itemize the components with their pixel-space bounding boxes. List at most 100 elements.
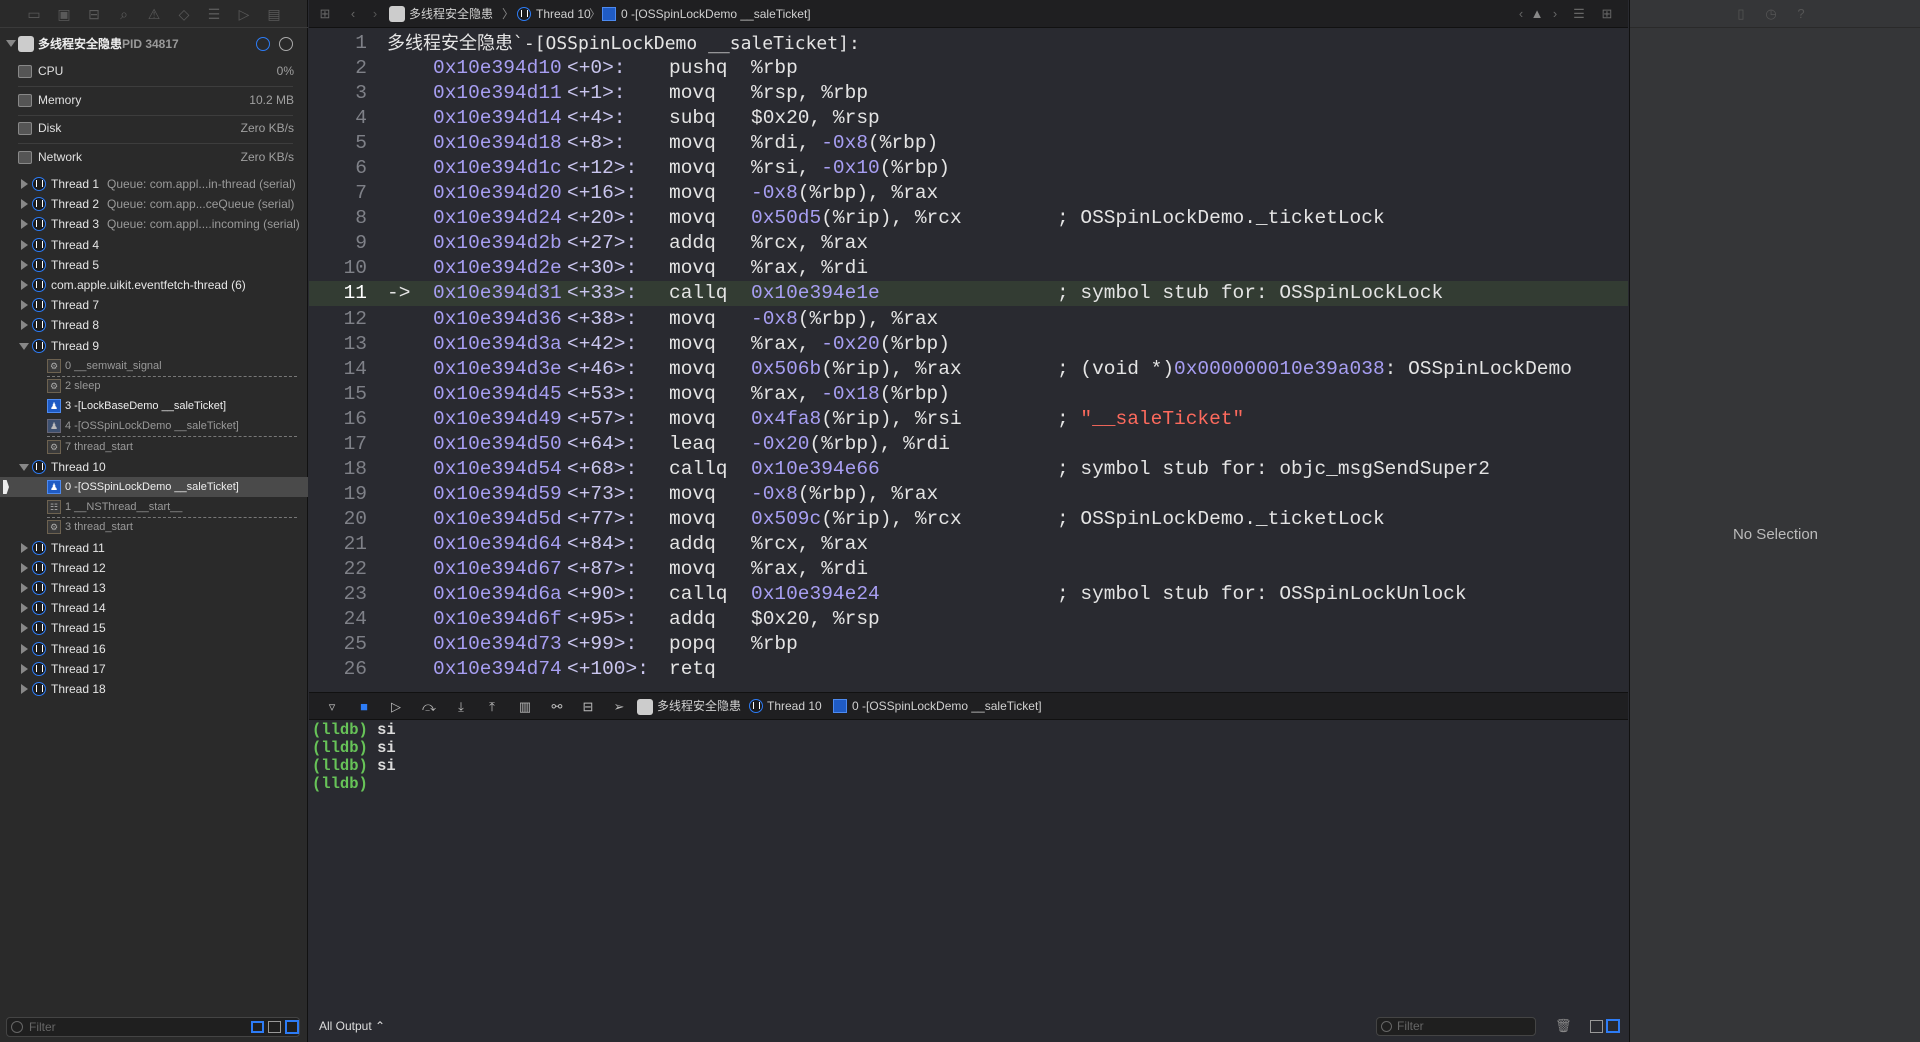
next-issue-icon[interactable]: ›	[1547, 6, 1563, 22]
gauge-network[interactable]: Network Zero KB/s	[0, 143, 308, 172]
test-icon[interactable]: ◇	[176, 6, 192, 22]
jumpbar-item-frame[interactable]: 0 -[OSSpinLockDemo __saleTicket]	[621, 0, 811, 28]
debug-gauge-icon[interactable]	[256, 37, 270, 51]
code-line[interactable]: 20 0x10e394d5d <+77>: movq 0x509c(%rip), %rc…	[309, 507, 1628, 532]
code-line[interactable]: 25 0x10e394d73 <+99>: popq %rbp	[309, 632, 1628, 657]
thread-row[interactable]: com.apple.uikit.eventfetch-thread (6)	[0, 275, 308, 295]
thread-row[interactable]: Thread 3 Queue: com.appl....incoming (ser…	[0, 214, 308, 234]
code-line[interactable]: 24 0x10e394d6f <+95>: addq $0x20, %rsp	[309, 607, 1628, 632]
file-inspector-icon[interactable]: ▯	[1733, 6, 1749, 22]
code-line[interactable]: 26 0x10e394d74 <+100>: retq	[309, 657, 1628, 682]
disclosure-triangle-icon[interactable]	[21, 280, 28, 290]
thread-row[interactable]: Thread 7	[0, 295, 308, 315]
disclosure-triangle-icon[interactable]	[21, 684, 28, 694]
jumpbar-item-app[interactable]: 多线程安全隐患	[409, 0, 493, 28]
output-selector[interactable]: All Output ⌃	[319, 1019, 385, 1033]
code-line[interactable]: 13 0x10e394d3a <+42>: movq %rax, -0x20(%rbp)	[309, 332, 1628, 357]
hide-debug-area-icon[interactable]: ▿	[324, 699, 340, 715]
debug-icon[interactable]: ☰	[206, 6, 222, 22]
thread-row[interactable]: Thread 4	[0, 235, 308, 255]
related-items-icon[interactable]: ⊞	[317, 6, 333, 22]
environment-overrides-icon[interactable]: ⊟	[580, 699, 596, 715]
debug-breadcrumb-frame[interactable]: 0 -[OSSpinLockDemo __saleTicket]	[852, 692, 1042, 720]
code-line[interactable]: 21 0x10e394d64 <+84>: addq %rcx, %rax	[309, 532, 1628, 557]
folder-icon[interactable]: ▭	[26, 6, 42, 22]
thread-row[interactable]: Thread 14	[0, 598, 308, 618]
show-console-icon[interactable]	[1606, 1019, 1620, 1033]
thread-row[interactable]: Thread 17	[0, 659, 308, 679]
code-line[interactable]: 6 0x10e394d1c <+12>: movq %rsi, -0x10(%rbp)	[309, 156, 1628, 181]
disclosure-triangle-icon[interactable]	[21, 603, 28, 614]
debug-breadcrumb-app[interactable]: 多线程安全隐患	[657, 692, 741, 720]
navigator-filter-input[interactable]: Filter	[6, 1017, 300, 1037]
thread-row[interactable]: Thread 10	[0, 457, 308, 477]
debug-breadcrumb-thread[interactable]: Thread 10	[767, 692, 822, 720]
stack-frame-row[interactable]: ⚙ 7 thread_start	[0, 437, 308, 457]
stack-frame-row[interactable]: ⚙ 3 thread_start	[0, 517, 308, 537]
disclosure-triangle-icon[interactable]	[21, 643, 28, 654]
console-filter-input[interactable]: Filter	[1376, 1017, 1536, 1036]
show-frames-icon[interactable]	[285, 1020, 299, 1034]
simulate-location-icon[interactable]: ➢	[611, 699, 627, 715]
code-line[interactable]: 5 0x10e394d18 <+8>: movq %rdi, -0x8(%rbp)	[309, 131, 1628, 156]
lldb-console[interactable]: (lldb) si (lldb) si (lldb) si (lldb)	[309, 721, 1628, 1011]
thread-row[interactable]: Thread 11	[0, 538, 308, 558]
editor-options-icon[interactable]: ☰	[1571, 6, 1587, 22]
breakpoint-icon[interactable]: ▷	[236, 6, 252, 22]
show-crashed-threads-icon[interactable]	[251, 1021, 264, 1033]
show-variables-view-icon[interactable]	[1590, 1020, 1603, 1033]
code-line[interactable]: 3 0x10e394d11 <+1>: movq %rsp, %rbp	[309, 81, 1628, 106]
code-line[interactable]: 11 -> 0x10e394d31 <+33>: callq 0x10e394e1e ; s…	[309, 281, 1628, 307]
disclosure-triangle-icon[interactable]	[21, 219, 28, 230]
code-line[interactable]: 19 0x10e394d59 <+73>: movq -0x8(%rbp), %rax	[309, 482, 1628, 507]
code-line[interactable]: 22 0x10e394d67 <+87>: movq %rax, %rdi	[309, 557, 1628, 582]
thread-row[interactable]: Thread 1 Queue: com.appl...in-thread (ser…	[0, 174, 308, 194]
disclosure-triangle-icon[interactable]	[21, 259, 28, 270]
stack-frame-row[interactable]: ♟ 0 -[OSSpinLockDemo __saleTicket]	[0, 477, 308, 497]
thread-row[interactable]: Thread 13	[0, 578, 308, 598]
trash-icon[interactable]: 🗑	[1555, 1018, 1572, 1034]
code-line[interactable]: 16 0x10e394d49 <+57>: movq 0x4fa8(%rip), %rs…	[309, 407, 1628, 432]
disclosure-triangle-icon[interactable]	[21, 583, 28, 593]
disclosure-triangle-icon[interactable]	[21, 562, 28, 573]
jumpbar-item-thread[interactable]: Thread 10	[536, 0, 591, 28]
step-over-icon[interactable]: ⤼	[421, 699, 437, 715]
code-line[interactable]: 9 0x10e394d2b <+27>: addq %rcx, %rax	[309, 231, 1628, 256]
stack-frame-row[interactable]: ♟ 3 -[LockBaseDemo __saleTicket]	[0, 396, 308, 416]
code-line[interactable]: 23 0x10e394d6a <+90>: callq 0x10e394e24 ; sym…	[309, 582, 1628, 607]
source-control-icon[interactable]: ▣	[56, 6, 72, 22]
pause-process-icon[interactable]	[279, 37, 293, 51]
code-line[interactable]: 17 0x10e394d50 <+64>: leaq -0x20(%rbp), %rdi	[309, 432, 1628, 457]
stack-frame-row[interactable]: ☷ 1 __NSThread__start__	[0, 497, 308, 517]
continue-icon[interactable]: ▷	[388, 699, 404, 715]
stack-frame-row[interactable]: ⚙ 2 sleep	[0, 376, 308, 396]
disclosure-triangle-icon[interactable]	[21, 663, 28, 674]
help-icon[interactable]: ?	[1793, 6, 1809, 22]
report-icon[interactable]: ▤	[266, 6, 282, 22]
view-hierarchy-icon[interactable]: ▥	[517, 699, 533, 715]
forward-icon[interactable]: ›	[367, 6, 383, 22]
disclosure-triangle-icon[interactable]	[21, 300, 28, 311]
thread-row[interactable]: Thread 15	[0, 618, 308, 638]
thread-row[interactable]: Thread 16	[0, 639, 308, 659]
gauge-disk[interactable]: Disk Zero KB/s	[0, 114, 308, 143]
gauge-cpu[interactable]: CPU 0%	[0, 57, 308, 86]
thread-row[interactable]: Thread 9	[0, 336, 308, 356]
process-row[interactable]: 多线程安全隐患 PID 34817	[0, 33, 308, 55]
disclosure-triangle-icon[interactable]	[21, 542, 28, 553]
stack-frame-row[interactable]: ♟ 4 -[OSSpinLockDemo __saleTicket]	[0, 416, 308, 436]
search-icon[interactable]: ⌕	[116, 6, 132, 22]
previous-issue-icon[interactable]: ‹	[1513, 6, 1529, 22]
code-line[interactable]: 14 0x10e394d3e <+46>: movq 0x506b(%rip), %ra…	[309, 357, 1628, 382]
hierarchy-icon[interactable]: ⊟	[86, 6, 102, 22]
thread-row[interactable]: Thread 12	[0, 558, 308, 578]
disclosure-triangle-icon[interactable]	[21, 179, 28, 189]
disclosure-triangle-icon[interactable]	[6, 40, 16, 47]
code-line[interactable]: 2 0x10e394d10 <+0>: pushq %rbp	[309, 56, 1628, 81]
step-into-icon[interactable]: ⤓	[453, 699, 469, 715]
stack-frame-row[interactable]: ⚙ 0 __semwait_signal	[0, 356, 308, 376]
thread-row[interactable]: Thread 5	[0, 255, 308, 275]
code-line[interactable]: 4 0x10e394d14 <+4>: subq $0x20, %rsp	[309, 106, 1628, 131]
gauge-memory[interactable]: Memory 10.2 MB	[0, 86, 308, 115]
code-line[interactable]: 10 0x10e394d2e <+30>: movq %rax, %rdi	[309, 256, 1628, 281]
